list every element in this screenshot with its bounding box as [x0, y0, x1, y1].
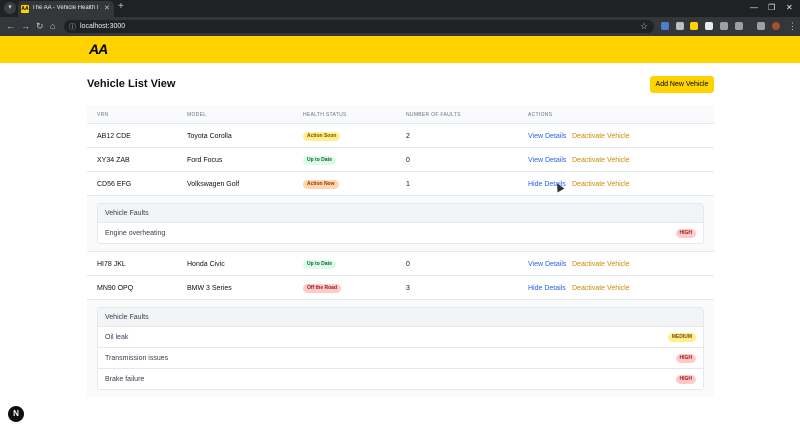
favicon-icon: AA [21, 5, 29, 13]
status-badge: Up to Date [303, 156, 336, 165]
model-cell: Ford Focus [187, 157, 223, 164]
extension-icon[interactable] [705, 22, 713, 30]
deactivate-vehicle-link[interactable]: Deactivate Vehicle [572, 285, 630, 292]
column-header-vrn: VRN [97, 112, 109, 118]
model-cell: Toyota Corolla [187, 133, 232, 140]
url-text: localhost:3000 [80, 23, 126, 30]
extension-icon[interactable] [676, 22, 684, 30]
fault-name: Brake failure [105, 376, 145, 383]
view-details-link[interactable]: View Details [528, 133, 566, 140]
nextjs-dev-badge[interactable]: N [8, 406, 24, 422]
browser-tab-bar: ▾ AA The AA - Vehicle Health Monit ✕ + —… [0, 0, 800, 17]
vehicle-faults-title: Vehicle Faults [98, 308, 703, 326]
column-header-health-status: HEALTH STATUS [303, 112, 347, 118]
fault-details-panel: Vehicle Faults Oil leak MEDIUM Transmiss… [87, 299, 714, 397]
severity-badge: HIGH [675, 354, 696, 363]
fault-name: Engine overheating [105, 230, 166, 237]
status-badge: Off the Road [303, 284, 341, 293]
page-title: Vehicle List View [87, 78, 176, 90]
fault-details-panel: Vehicle Faults Engine overheating HIGH [87, 195, 714, 251]
media-icon[interactable] [757, 22, 765, 30]
vehicle-faults-box: Vehicle Faults Oil leak MEDIUM Transmiss… [97, 307, 704, 390]
vehicle-faults-box: Vehicle Faults Engine overheating HIGH [97, 203, 704, 244]
vehicle-faults-title: Vehicle Faults [98, 204, 703, 222]
vrn-cell: AB12 CDE [97, 133, 131, 140]
bookmark-star-icon[interactable]: ☆ [640, 21, 648, 32]
extensions-puzzle-icon[interactable] [735, 22, 743, 30]
back-icon[interactable]: ← [6, 21, 15, 31]
vehicle-table: VRN MODEL HEALTH STATUS NUMBER OF FAULTS… [87, 105, 714, 397]
forward-icon[interactable]: → [21, 21, 30, 31]
vrn-cell: HI78 JKL [97, 261, 126, 268]
extension-icon[interactable] [720, 22, 728, 30]
deactivate-vehicle-link[interactable]: Deactivate Vehicle [572, 133, 630, 140]
vrn-cell: MN90 OPQ [97, 285, 134, 292]
table-row: MN90 OPQ BMW 3 Series Off the Road 3 Hid… [87, 275, 714, 299]
deactivate-vehicle-link[interactable]: Deactivate Vehicle [572, 181, 630, 188]
faults-count-cell: 2 [406, 133, 410, 140]
site-header: AA [0, 36, 800, 63]
status-badge: Up to Date [303, 260, 336, 269]
browser-tab[interactable]: AA The AA - Vehicle Health Monit ✕ [18, 1, 114, 17]
fault-item: Brake failure HIGH [98, 368, 703, 389]
home-icon[interactable]: ⌂ [50, 21, 55, 31]
extension-icon[interactable] [661, 22, 669, 30]
close-window-icon[interactable]: ✕ [786, 3, 793, 12]
table-header: VRN MODEL HEALTH STATUS NUMBER OF FAULTS… [87, 105, 714, 123]
model-cell: Volkswagen Golf [187, 181, 240, 188]
extension-icon[interactable] [690, 22, 698, 30]
aa-logo[interactable]: AA [89, 41, 108, 57]
site-info-icon[interactable]: ⓘ [69, 22, 76, 32]
column-header-model: MODEL [187, 112, 207, 118]
new-tab-icon[interactable]: + [118, 1, 124, 12]
vrn-cell: CD56 EFG [97, 181, 132, 188]
menu-kebab-icon[interactable]: ⋮ [788, 21, 797, 32]
column-header-actions: ACTIONS [528, 112, 553, 118]
faults-count-cell: 0 [406, 157, 410, 164]
severity-badge: MEDIUM [667, 333, 696, 342]
table-row: CD56 EFG Volkswagen Golf Action Now 1 Hi… [87, 171, 714, 195]
fault-item: Oil leak MEDIUM [98, 326, 703, 347]
deactivate-vehicle-link[interactable]: Deactivate Vehicle [572, 157, 630, 164]
faults-count-cell: 0 [406, 261, 410, 268]
table-row: XY34 ZAB Ford Focus Up to Date 0 View De… [87, 147, 714, 171]
reload-icon[interactable]: ↻ [36, 21, 44, 32]
model-cell: BMW 3 Series [187, 285, 232, 292]
maximize-icon[interactable]: ❐ [768, 3, 775, 12]
fault-name: Oil leak [105, 334, 129, 341]
severity-badge: HIGH [675, 229, 696, 238]
table-row: AB12 CDE Toyota Corolla Action Soon 2 Vi… [87, 123, 714, 147]
faults-count-cell: 1 [406, 181, 410, 188]
minimize-icon[interactable]: — [750, 3, 758, 12]
status-badge: Action Now [303, 180, 339, 189]
fault-item: Engine overheating HIGH [98, 222, 703, 243]
profile-avatar[interactable] [772, 22, 780, 30]
model-cell: Honda Civic [187, 261, 225, 268]
fault-name: Transmission issues [105, 355, 169, 362]
table-row: HI78 JKL Honda Civic Up to Date 0 View D… [87, 251, 714, 275]
tab-close-icon[interactable]: ✕ [104, 4, 110, 12]
tab-search-icon[interactable]: ▾ [4, 2, 16, 14]
fault-item: Transmission issues HIGH [98, 347, 703, 368]
url-field[interactable]: ⓘ localhost:3000 ☆ [64, 20, 654, 33]
deactivate-vehicle-link[interactable]: Deactivate Vehicle [572, 261, 630, 268]
severity-badge: HIGH [675, 375, 696, 384]
status-badge: Action Soon [303, 132, 341, 141]
add-new-vehicle-button[interactable]: Add New Vehicle [650, 76, 714, 93]
faults-count-cell: 3 [406, 285, 410, 292]
column-header-faults: NUMBER OF FAULTS [406, 112, 461, 118]
view-details-link[interactable]: View Details [528, 261, 566, 268]
vrn-cell: XY34 ZAB [97, 157, 130, 164]
hide-details-link[interactable]: Hide Details [528, 285, 566, 292]
tab-title: The AA - Vehicle Health Monit [32, 5, 98, 11]
view-details-link[interactable]: View Details [528, 157, 566, 164]
address-bar: ← → ↻ ⌂ ⓘ localhost:3000 ☆ ⋮ [0, 17, 800, 36]
